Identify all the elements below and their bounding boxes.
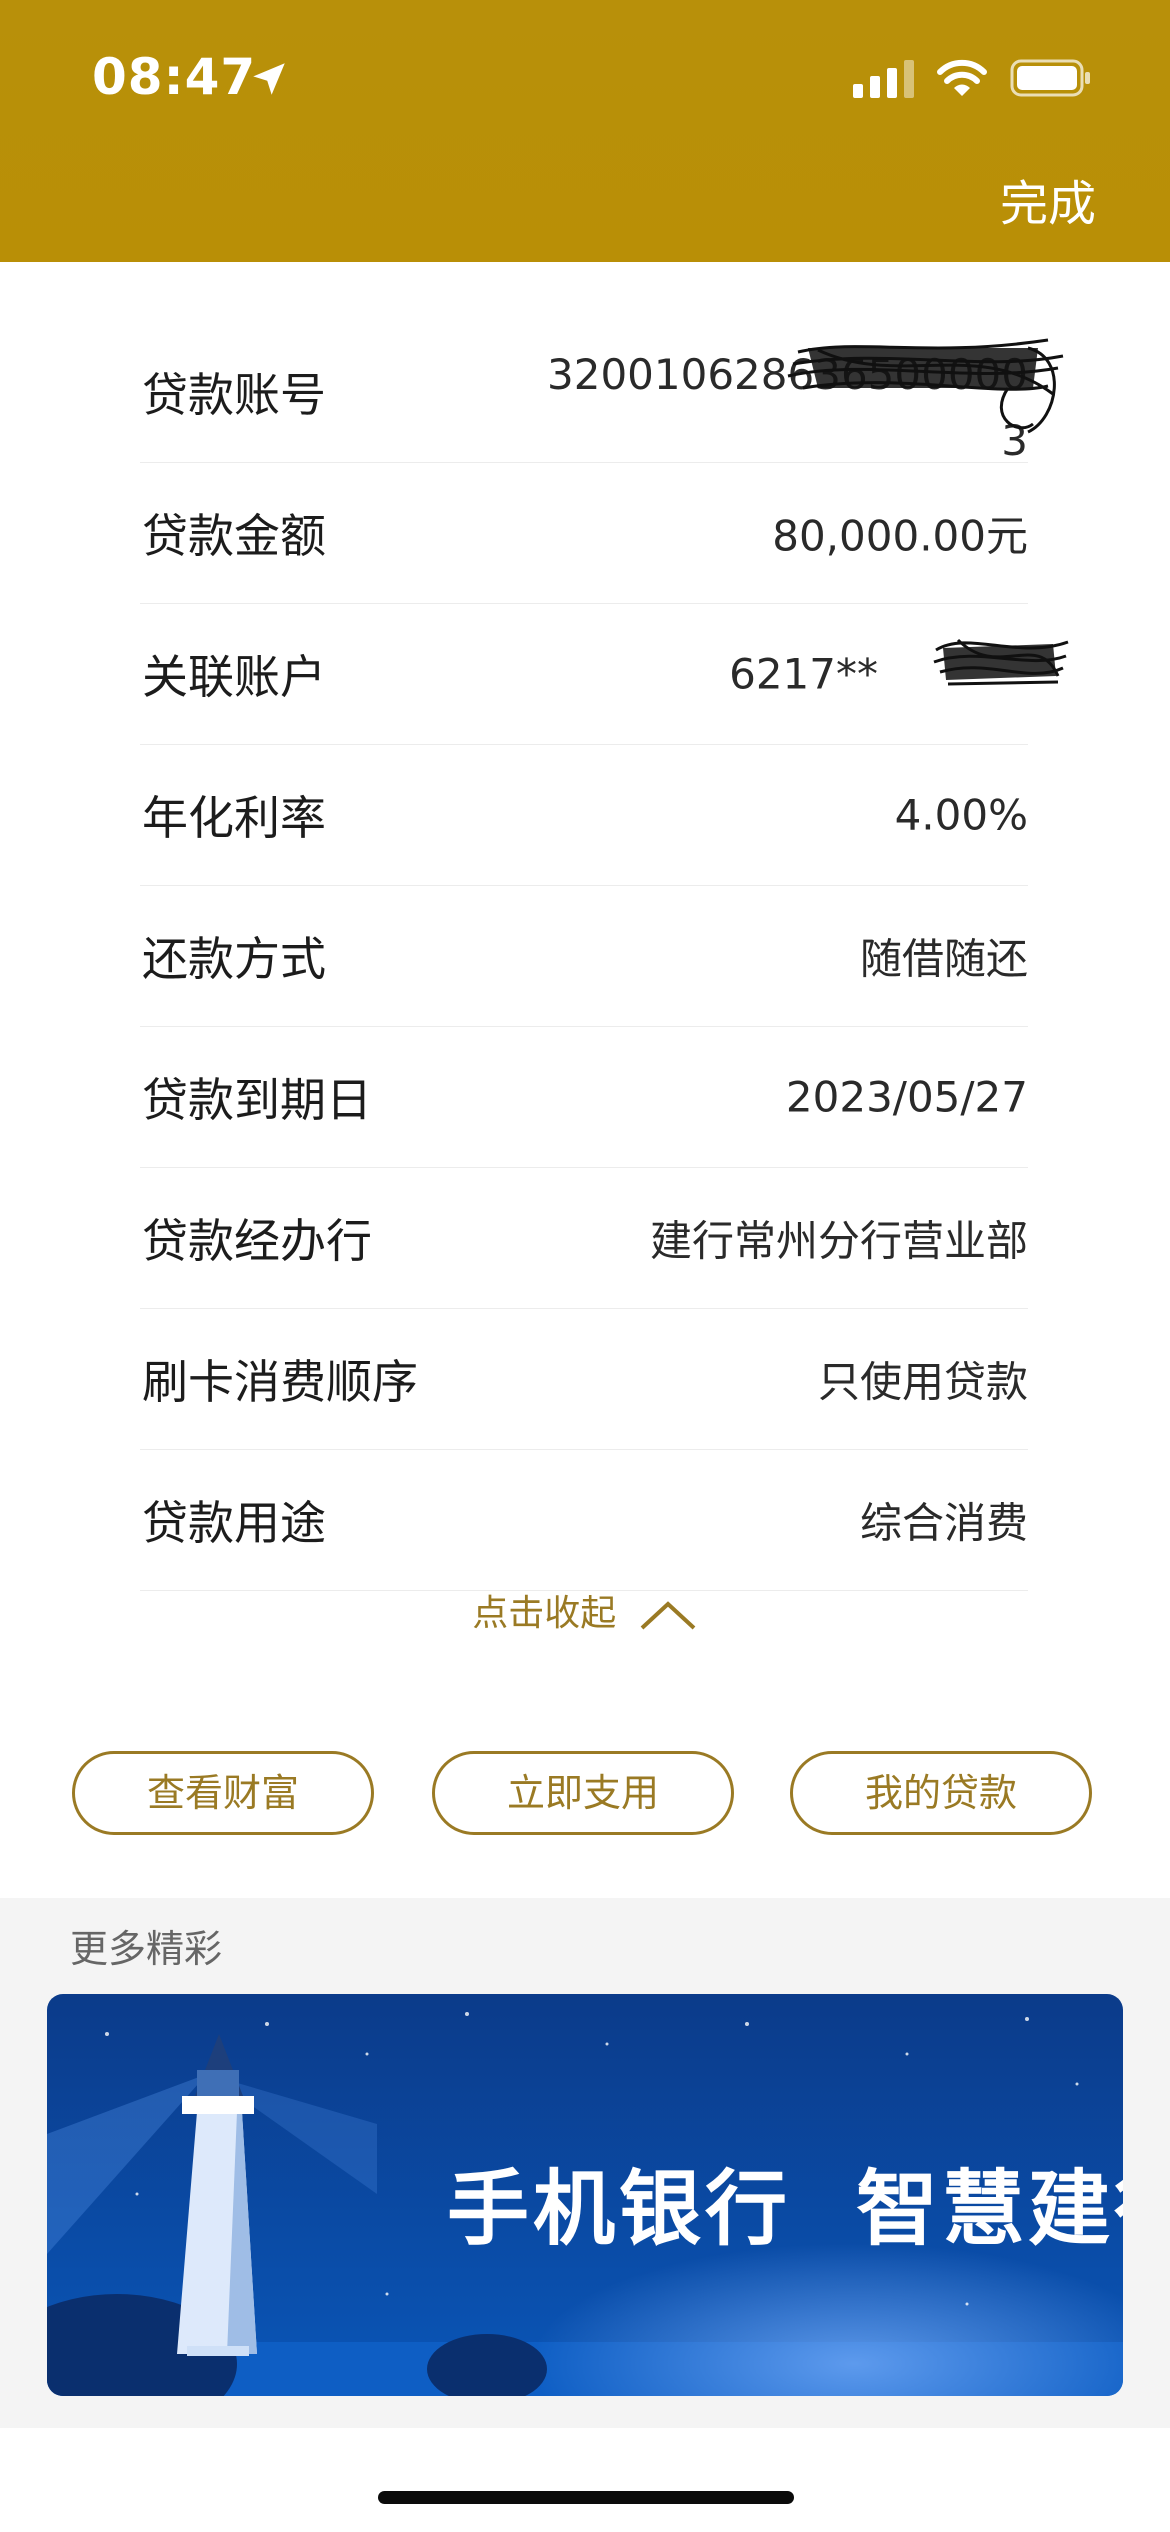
detail-label: 贷款用途 [142,1496,326,1550]
detail-label: 贷款金额 [142,509,326,563]
detail-value: 80,000.00元 [772,511,1028,561]
detail-label: 贷款到期日 [142,1073,372,1127]
app-header: 08:47 完成 [0,0,1170,262]
detail-label: 刷卡消费顺序 [142,1355,418,1409]
collapse-label: 点击收起 [472,1593,617,1634]
cellular-signal-icon [853,60,914,98]
detail-value: 6217** [729,649,878,699]
detail-row-repayment-method: 还款方式 随借随还 [140,886,1028,1027]
detail-row-linked-account: 关联账户 6217** [140,604,1028,745]
location-arrow-icon [253,63,285,95]
detail-row-loan-purpose: 贷款用途 综合消费 [140,1450,1028,1591]
detail-label: 还款方式 [142,932,326,986]
detail-label: 贷款账号 [142,368,326,422]
detail-value: 2023/05/27 [785,1072,1028,1122]
my-loans-button[interactable]: 我的贷款 [790,1751,1092,1835]
view-wealth-button[interactable]: 查看财富 [72,1751,374,1835]
done-button[interactable]: 完成 [1000,164,1096,234]
redaction-scribble [787,338,1064,434]
more-title: 更多精彩 [70,1927,223,1971]
collapse-toggle[interactable]: 点击收起 [0,1584,1170,1636]
detail-row-handling-branch: 贷款经办行 建行常州分行营业部 [140,1168,1028,1309]
detail-row-due-date: 贷款到期日 2023/05/27 [140,1027,1028,1168]
banner-text: 手机银行 智慧建行 [447,2162,1123,2257]
detail-label: 关联账户 [142,650,326,704]
detail-value: 随借随还 [859,934,1028,984]
detail-value: 综合消费 [859,1498,1028,1548]
loan-details-list: 贷款账号 320010628636500000 3 贷款金额 80,000.00… [140,322,1069,1591]
detail-label: 年化利率 [142,791,326,845]
status-time: 08:47 [92,48,257,106]
redaction-scribble [933,638,1069,686]
detail-row-annual-rate: 年化利率 4.00% [140,745,1028,886]
detail-value: 只使用贷款 [817,1357,1028,1407]
battery-icon [1010,59,1090,97]
detail-row-loan-amount: 贷款金额 80,000.00元 [140,463,1028,604]
promo-banner[interactable]: 手机银行 智慧建行 [47,1994,1123,2396]
wifi-icon [937,59,987,96]
detail-value: 建行常州分行营业部 [649,1216,1028,1266]
use-now-button[interactable]: 立即支用 [432,1751,734,1835]
detail-row-card-spend-order: 刷卡消费顺序 只使用贷款 [140,1309,1028,1450]
detail-label: 贷款经办行 [142,1214,372,1268]
chevron-up-icon [640,1601,696,1630]
home-indicator[interactable] [378,2491,794,2504]
more-section: 更多精彩 手机银行 智慧建 [0,1898,1170,2428]
detail-value: 4.00% [894,790,1028,840]
